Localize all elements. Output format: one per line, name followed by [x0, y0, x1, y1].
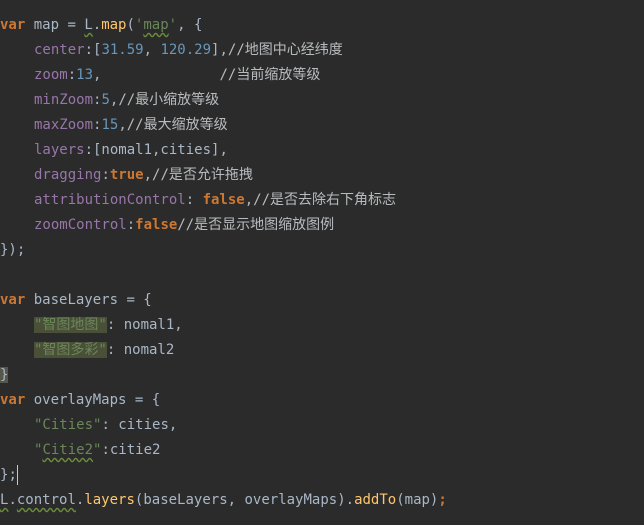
punctuation: , [118, 117, 127, 133]
string-key: "Cities" [34, 417, 102, 433]
code-line-8: attributionControl: false,//是否去除右下角标志 [0, 188, 396, 213]
code-line-5: maxZoom:15,//最大缩放等级 [0, 113, 228, 138]
code-line-16: var overlayMaps = { [0, 388, 160, 413]
punctuation: : [185, 192, 203, 208]
code-comment: //是否去除右下角标志 [253, 192, 397, 208]
code-line-18: "Citie2":citie2 [0, 438, 160, 463]
quote: ' [168, 17, 178, 33]
boolean-literal: false [202, 192, 245, 208]
property-name: attributionControl [34, 192, 186, 208]
boolean-literal: true [109, 167, 144, 183]
variable-declaration: map = [25, 17, 85, 33]
punctuation: , [143, 42, 161, 58]
number-literal: 31.59 [101, 42, 144, 58]
code-comment: //是否允许拖拽 [152, 167, 253, 183]
punctuation: ], [211, 42, 228, 58]
code-line-12: var baseLayers = { [0, 288, 152, 313]
keyword-var: var [0, 17, 26, 33]
member-dot: . [8, 492, 17, 508]
text-cursor [17, 465, 18, 485]
variable-declaration: overlayMaps = { [25, 392, 161, 408]
code-line-7: dragging:true,//是否允许拖拽 [0, 163, 253, 188]
keyword-var: var [0, 392, 26, 408]
array-value: :[nomal1,cities], [84, 142, 228, 158]
function-call: map [101, 17, 127, 33]
property-name: minZoom [34, 92, 94, 108]
punctuation: , [244, 192, 254, 208]
code-line-3: zoom:13, //当前缩放等级 [0, 63, 320, 88]
matched-brace: } [0, 367, 9, 383]
closing-punctuation: }); [0, 242, 26, 258]
punctuation: : [126, 217, 136, 233]
string-literal: map [143, 17, 169, 33]
code-line-13: "智图地图": nomal1, [0, 313, 183, 338]
code-line-6: layers:[nomal1,cities], [0, 138, 228, 163]
code-editor[interactable]: var map = L.map('map', { center:[31.59, … [0, 0, 644, 525]
property-value: :citie2 [101, 442, 161, 458]
property-name: dragging [34, 167, 102, 183]
code-line-15: } [0, 363, 9, 388]
semicolon: ; [8, 467, 17, 483]
paren: ( [126, 17, 135, 33]
code-line-19: }; [0, 463, 17, 488]
property-name: maxZoom [34, 117, 94, 133]
code-comment: //当前缩放等级 [219, 67, 321, 83]
code-line-14: "智图多彩": nomal2 [0, 338, 174, 363]
punctuation: :[ [84, 42, 102, 58]
punctuation: , [143, 167, 153, 183]
property-value: : nomal2 [106, 342, 175, 358]
semicolon: ; [438, 492, 447, 508]
call-arguments: (map) [396, 492, 439, 508]
number-literal: 5 [101, 92, 110, 108]
property-name: layers [34, 142, 85, 158]
number-literal: 120.29 [160, 42, 212, 58]
string-key: "智图地图" [34, 317, 107, 333]
code-comment: //最大缩放等级 [126, 117, 228, 133]
code-comment: //是否显示地图缩放图例 [177, 217, 335, 233]
leaflet-namespace: L [84, 17, 93, 33]
control-member: control [16, 492, 76, 508]
keyword-var: var [0, 292, 26, 308]
code-line-9: zoomControl:false//是否显示地图缩放图例 [0, 213, 334, 238]
property-name: center [34, 42, 85, 58]
number-literal: 15 [101, 117, 119, 133]
function-call: addTo [354, 492, 397, 508]
code-line-1: var map = L.map('map', { [0, 13, 202, 38]
code-comment: //最小缩放等级 [118, 92, 220, 108]
property-name: zoom [34, 67, 68, 83]
punctuation: : [67, 67, 77, 83]
function-call: layers [84, 492, 135, 508]
string-key: Citie2 [42, 442, 94, 458]
punctuation: : [101, 167, 110, 183]
call-arguments: (baseLayers, overlayMaps). [134, 492, 355, 508]
string-key: "智图多彩" [34, 342, 107, 358]
code-line-20: L.control.layers(baseLayers, overlayMaps… [0, 488, 447, 513]
code-line-2: center:[31.59, 120.29],//地图中心经纬度 [0, 38, 343, 63]
property-value: : cities, [101, 417, 178, 433]
property-name: zoomControl [34, 217, 127, 233]
member-dot: . [92, 17, 102, 33]
code-line-10: }); [0, 238, 25, 263]
boolean-literal: false [135, 217, 178, 233]
property-value: : nomal1, [106, 317, 183, 333]
number-literal: 13 [76, 67, 94, 83]
variable-declaration: baseLayers = { [25, 292, 152, 308]
code-line-17: "Cities": cities, [0, 413, 177, 438]
code-comment: //地图中心经纬度 [227, 42, 343, 58]
punctuation: , { [177, 17, 203, 33]
code-line-4: minZoom:5,//最小缩放等级 [0, 88, 219, 113]
